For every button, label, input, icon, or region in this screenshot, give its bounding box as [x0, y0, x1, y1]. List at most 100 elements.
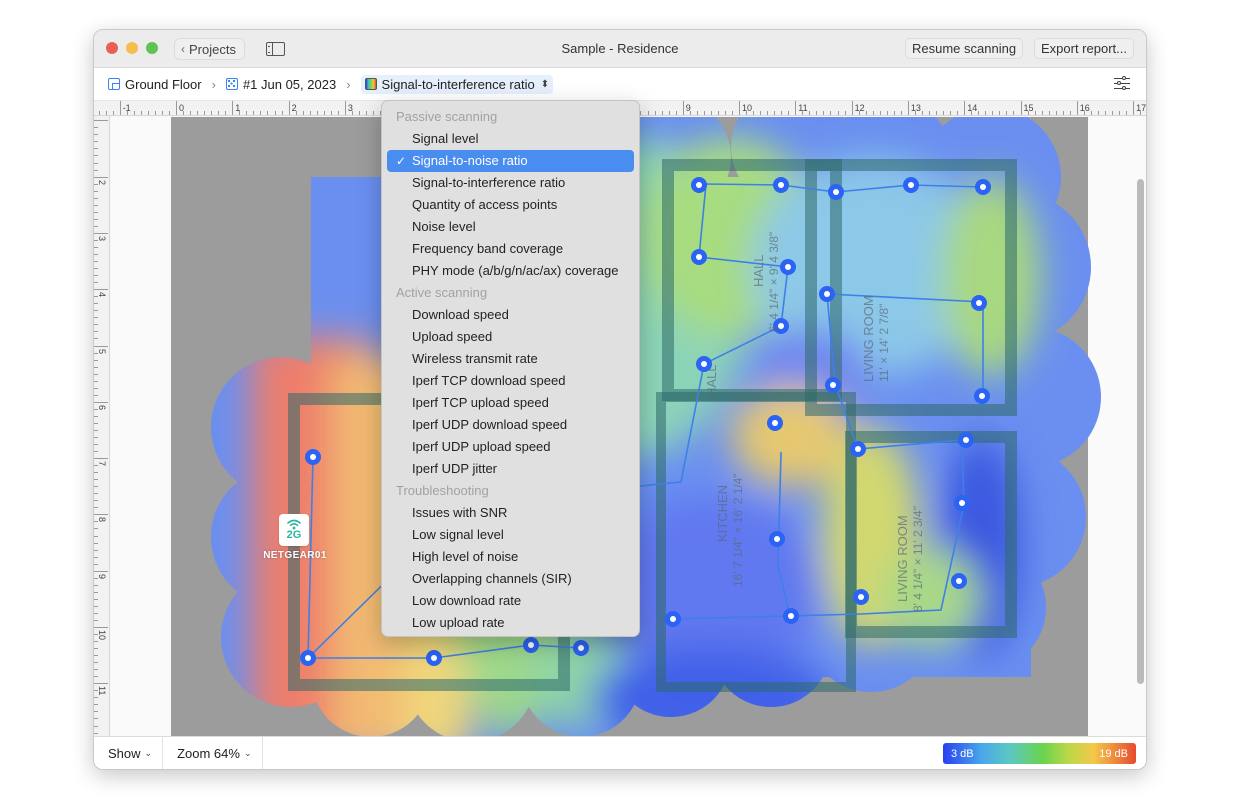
ruler-tick	[94, 436, 98, 438]
ruler-tick	[94, 169, 98, 171]
ruler-tick	[781, 111, 783, 115]
room-dims-hall: 6' 4 1/4" × 9' 4 3/8"	[767, 232, 781, 332]
ruler-tick	[696, 111, 698, 115]
chevron-right-icon: ›	[346, 76, 351, 92]
access-point-name: NETGEAR01	[263, 550, 327, 561]
menu-item-label: Iperf UDP jitter	[412, 461, 498, 476]
menu-item[interactable]: Download speed	[387, 304, 634, 326]
menu-item[interactable]: Overlapping channels (SIR)	[387, 568, 634, 590]
ruler-tick	[94, 486, 98, 488]
visualization-select[interactable]: Signal-to-interference ratio ⬍	[360, 74, 554, 94]
room-label-hall-2: HALL	[704, 364, 719, 397]
ruler-label: 5	[97, 348, 107, 354]
ruler-tick	[1006, 111, 1008, 115]
ruler-tick	[94, 317, 98, 319]
menu-item-label: Wireless transmit rate	[412, 351, 538, 366]
ruler-tick	[921, 111, 923, 115]
menu-item[interactable]: Issues with SNR	[387, 502, 634, 524]
show-menu-button[interactable]: Show ⌄	[94, 737, 164, 769]
ruler-tick	[94, 612, 98, 614]
ruler-label: 9	[97, 573, 107, 579]
ruler-tick	[816, 111, 818, 115]
ruler-label: 17	[1136, 103, 1147, 113]
menu-item[interactable]: Iperf UDP upload speed	[387, 436, 634, 458]
menu-item[interactable]: Signal level	[387, 128, 634, 150]
ruler-tick	[94, 254, 98, 255]
access-point-marker[interactable]: 2G	[279, 514, 309, 546]
ruler-tick	[94, 641, 98, 643]
ruler-tick	[94, 429, 98, 431]
ruler-tick	[94, 176, 108, 178]
room-label-living-room-2: LIVING ROOM	[895, 515, 910, 602]
floor-plan-icon	[108, 78, 120, 90]
ruler-tick	[788, 111, 790, 115]
show-label: Show	[108, 745, 141, 761]
menu-item-label: Iperf TCP upload speed	[412, 395, 549, 410]
ruler-tick	[94, 190, 98, 192]
menu-item[interactable]: Quantity of access points	[387, 194, 634, 216]
menu-item[interactable]: Noise level	[387, 216, 634, 238]
menu-item[interactable]: ✓ Signal-to-noise ratio	[387, 150, 634, 172]
menu-item[interactable]: Iperf UDP jitter	[387, 458, 634, 480]
menu-item[interactable]: Frequency band coverage	[387, 238, 634, 260]
visualization-label: Signal-to-interference ratio	[381, 76, 535, 92]
menu-item[interactable]: Iperf TCP upload speed	[387, 392, 634, 414]
ruler-label: 6	[97, 404, 107, 410]
menu-item[interactable]: Iperf TCP download speed	[387, 370, 634, 392]
ruler-tick	[739, 101, 740, 115]
ruler-tick	[654, 111, 656, 115]
zoom-menu-button[interactable]: Zoom 64% ⌄	[163, 737, 263, 769]
ruler-tick	[94, 338, 98, 340]
breadcrumb-floor[interactable]: Ground Floor	[108, 77, 202, 92]
ruler-tick	[260, 111, 262, 115]
menu-item-label: Signal level	[412, 131, 479, 146]
ruler-tick	[94, 704, 98, 706]
ruler-tick	[94, 324, 98, 326]
ruler-tick	[830, 111, 832, 115]
ruler-tick	[893, 111, 895, 115]
ruler-tick	[211, 111, 213, 115]
breadcrumb-scan[interactable]: #1 Jun 05, 2023	[225, 77, 336, 92]
ruler-tick	[373, 111, 375, 115]
ruler-tick	[724, 111, 726, 115]
room-label-living-room: LIVING ROOM	[861, 295, 876, 382]
heatmap-icon	[364, 78, 377, 90]
resume-scanning-button[interactable]: Resume scanning	[905, 38, 1024, 59]
ruler-tick	[161, 111, 163, 115]
floor-label: Ground Floor	[125, 76, 202, 92]
menu-item[interactable]: Wireless transmit rate	[387, 348, 634, 370]
ruler-tick	[94, 141, 98, 143]
ruler-tick	[795, 101, 797, 115]
menu-item-label: Iperf TCP download speed	[412, 373, 566, 388]
menu-item[interactable]: Upload speed	[387, 326, 634, 348]
ruler-tick	[94, 387, 98, 389]
ruler-tick	[964, 101, 966, 115]
ruler-tick	[133, 111, 135, 115]
ruler-tick	[94, 676, 98, 678]
menu-item[interactable]: PHY mode (a/b/g/n/ac/ax) coverage	[387, 260, 634, 282]
ruler-tick	[253, 111, 255, 115]
menu-item[interactable]: High level of noise	[387, 546, 634, 568]
ruler-label: 2	[97, 179, 107, 185]
ruler-tick	[94, 648, 98, 650]
ruler-tick	[767, 111, 769, 115]
ruler-tick	[94, 711, 98, 713]
ruler-label: 11	[798, 103, 808, 113]
view-settings-sliders-icon[interactable]	[1114, 76, 1130, 91]
vertical-scrollbar[interactable]	[1137, 179, 1144, 684]
ruler-tick	[731, 111, 733, 115]
ruler-tick	[1069, 111, 1071, 115]
ruler-tick	[94, 162, 98, 164]
ruler-tick	[225, 111, 227, 115]
menu-item[interactable]: Low upload rate	[387, 612, 634, 634]
ruler-tick	[957, 111, 959, 115]
menu-item[interactable]: Low signal level	[387, 524, 634, 546]
ruler-tick	[640, 111, 642, 115]
menu-item[interactable]: Signal-to-interference ratio	[387, 172, 634, 194]
menu-item-label: PHY mode (a/b/g/n/ac/ax) coverage	[412, 263, 619, 278]
color-scale-legend: 3 dB 19 dB	[943, 743, 1136, 764]
ruler-tick	[900, 111, 902, 115]
export-report-button[interactable]: Export report...	[1034, 38, 1134, 59]
menu-item[interactable]: Low download rate	[387, 590, 634, 612]
menu-item[interactable]: Iperf UDP download speed	[387, 414, 634, 436]
